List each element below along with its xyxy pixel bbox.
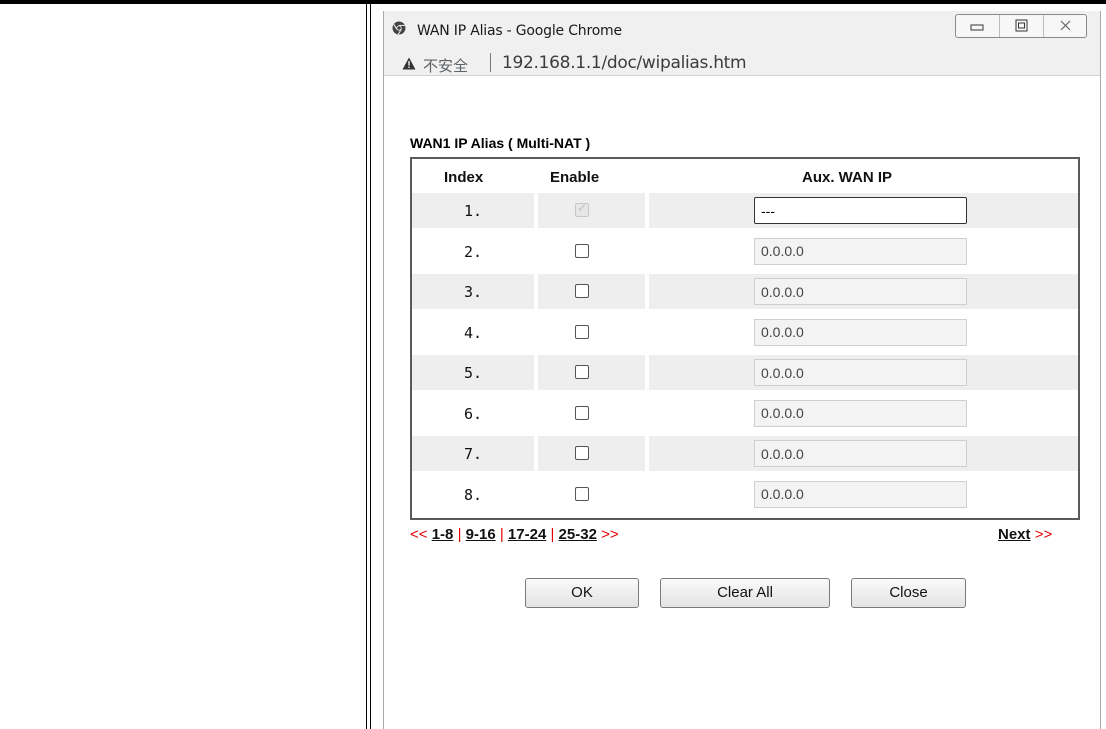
cell-separator xyxy=(645,274,649,309)
ip-alias-table: Index Enable Aux. WAN IP 1. 2. 3. 4. 5. 6. 7. 8… xyxy=(410,157,1080,520)
clear-all-button[interactable]: Clear All xyxy=(660,578,830,608)
table-row: 8. xyxy=(412,476,1078,512)
pager-prev-arrow: << xyxy=(410,526,428,543)
next-arrow: >> xyxy=(1034,526,1053,543)
table-row: 5. xyxy=(412,355,1078,390)
pager-separator: | xyxy=(499,526,504,543)
enable-checkbox[interactable] xyxy=(575,284,589,298)
maximize-button[interactable] xyxy=(1000,15,1044,37)
pager-separator: | xyxy=(550,526,555,543)
row-index: 6. xyxy=(463,404,483,423)
row-index: 2. xyxy=(463,242,483,261)
aux-wan-ip-input[interactable] xyxy=(754,440,967,467)
pagination: << 1-8 | 9-16 | 17-24 | 25-32 >> xyxy=(410,526,619,543)
table-row: 4. xyxy=(412,314,1078,350)
cell-separator xyxy=(534,274,538,309)
cell-separator xyxy=(534,476,538,512)
page-link-1-8[interactable]: 1-8 xyxy=(432,526,454,543)
window-title: WAN IP Alias - Google Chrome xyxy=(417,23,622,39)
cell-separator xyxy=(534,355,538,390)
enable-checkbox xyxy=(575,201,589,217)
ok-button[interactable]: OK xyxy=(525,578,639,608)
table-row: 3. xyxy=(412,274,1078,309)
cell-separator xyxy=(645,193,649,228)
table-row: 2. xyxy=(412,233,1078,269)
page-link-17-24[interactable]: 17-24 xyxy=(508,526,546,543)
cell-separator xyxy=(534,436,538,471)
aux-wan-ip-input[interactable] xyxy=(754,359,967,386)
row-index: 5. xyxy=(463,364,483,382)
aux-wan-ip-input[interactable] xyxy=(754,197,967,224)
pager-next-arrow: >> xyxy=(601,526,619,543)
row-index: 3. xyxy=(463,283,483,301)
enable-checkbox[interactable] xyxy=(575,243,589,258)
cell-separator xyxy=(534,314,538,350)
row-index: 7. xyxy=(463,445,483,463)
cell-separator xyxy=(645,233,649,269)
aux-wan-ip-input[interactable] xyxy=(754,278,967,305)
column-header-index: Index xyxy=(444,169,484,186)
cell-separator xyxy=(645,355,649,390)
close-window-button[interactable] xyxy=(1044,15,1087,37)
cell-separator xyxy=(645,436,649,471)
row-index: 8. xyxy=(463,485,483,504)
top-border-rule xyxy=(0,0,1106,4)
page-url[interactable]: 192.168.1.1/doc/wipalias.htm xyxy=(502,53,747,73)
warning-icon xyxy=(402,57,416,70)
enable-checkbox[interactable] xyxy=(575,486,589,501)
cell-separator xyxy=(534,233,538,269)
minimize-button[interactable] xyxy=(956,15,1000,37)
row-index: 1. xyxy=(463,202,483,220)
window-titlebar[interactable]: WAN IP Alias - Google Chrome xyxy=(384,11,1100,43)
aux-wan-ip-input[interactable] xyxy=(754,237,967,265)
next-page: Next >> xyxy=(998,526,1052,543)
enable-checkbox[interactable] xyxy=(575,365,589,379)
aux-wan-ip-input[interactable] xyxy=(754,399,967,427)
row-index: 4. xyxy=(463,323,483,342)
cell-separator xyxy=(534,193,538,228)
maximize-icon xyxy=(1015,19,1028,32)
cell-separator xyxy=(645,395,649,431)
left-divider-rule-inner xyxy=(370,4,371,729)
enable-checkbox[interactable] xyxy=(575,324,589,339)
cell-separator xyxy=(645,314,649,350)
window-controls xyxy=(955,14,1087,38)
table-row: 6. xyxy=(412,395,1078,431)
pager-separator: | xyxy=(457,526,462,543)
column-header-enable: Enable xyxy=(550,169,600,186)
cell-separator xyxy=(534,395,538,431)
chrome-icon xyxy=(392,21,406,35)
cell-separator xyxy=(645,476,649,512)
aux-wan-ip-input[interactable] xyxy=(754,480,967,508)
column-header-aux-wan-ip: Aux. WAN IP xyxy=(802,169,893,186)
security-label[interactable]: 不安全 xyxy=(423,55,468,76)
left-divider-rule xyxy=(366,4,367,729)
close-button[interactable]: Close xyxy=(851,578,966,608)
enable-checkbox[interactable] xyxy=(575,405,589,420)
minimize-icon xyxy=(970,24,984,31)
aux-wan-ip-input[interactable] xyxy=(754,318,967,346)
page-link-25-32[interactable]: 25-32 xyxy=(559,526,597,543)
next-link[interactable]: Next xyxy=(998,526,1031,543)
browser-popup-window: WAN IP Alias - Google Chrome 不安全 192.168… xyxy=(383,11,1101,729)
page-link-9-16[interactable]: 9-16 xyxy=(466,526,496,543)
address-bar[interactable]: 不安全 192.168.1.1/doc/wipalias.htm xyxy=(384,43,1100,76)
table-row: 1. xyxy=(412,193,1078,228)
enable-checkbox[interactable] xyxy=(575,446,589,460)
page-title: WAN1 IP Alias ( Multi-NAT ) xyxy=(410,135,591,151)
close-window-icon xyxy=(1060,20,1071,31)
table-row: 7. xyxy=(412,436,1078,471)
address-separator xyxy=(490,53,491,72)
